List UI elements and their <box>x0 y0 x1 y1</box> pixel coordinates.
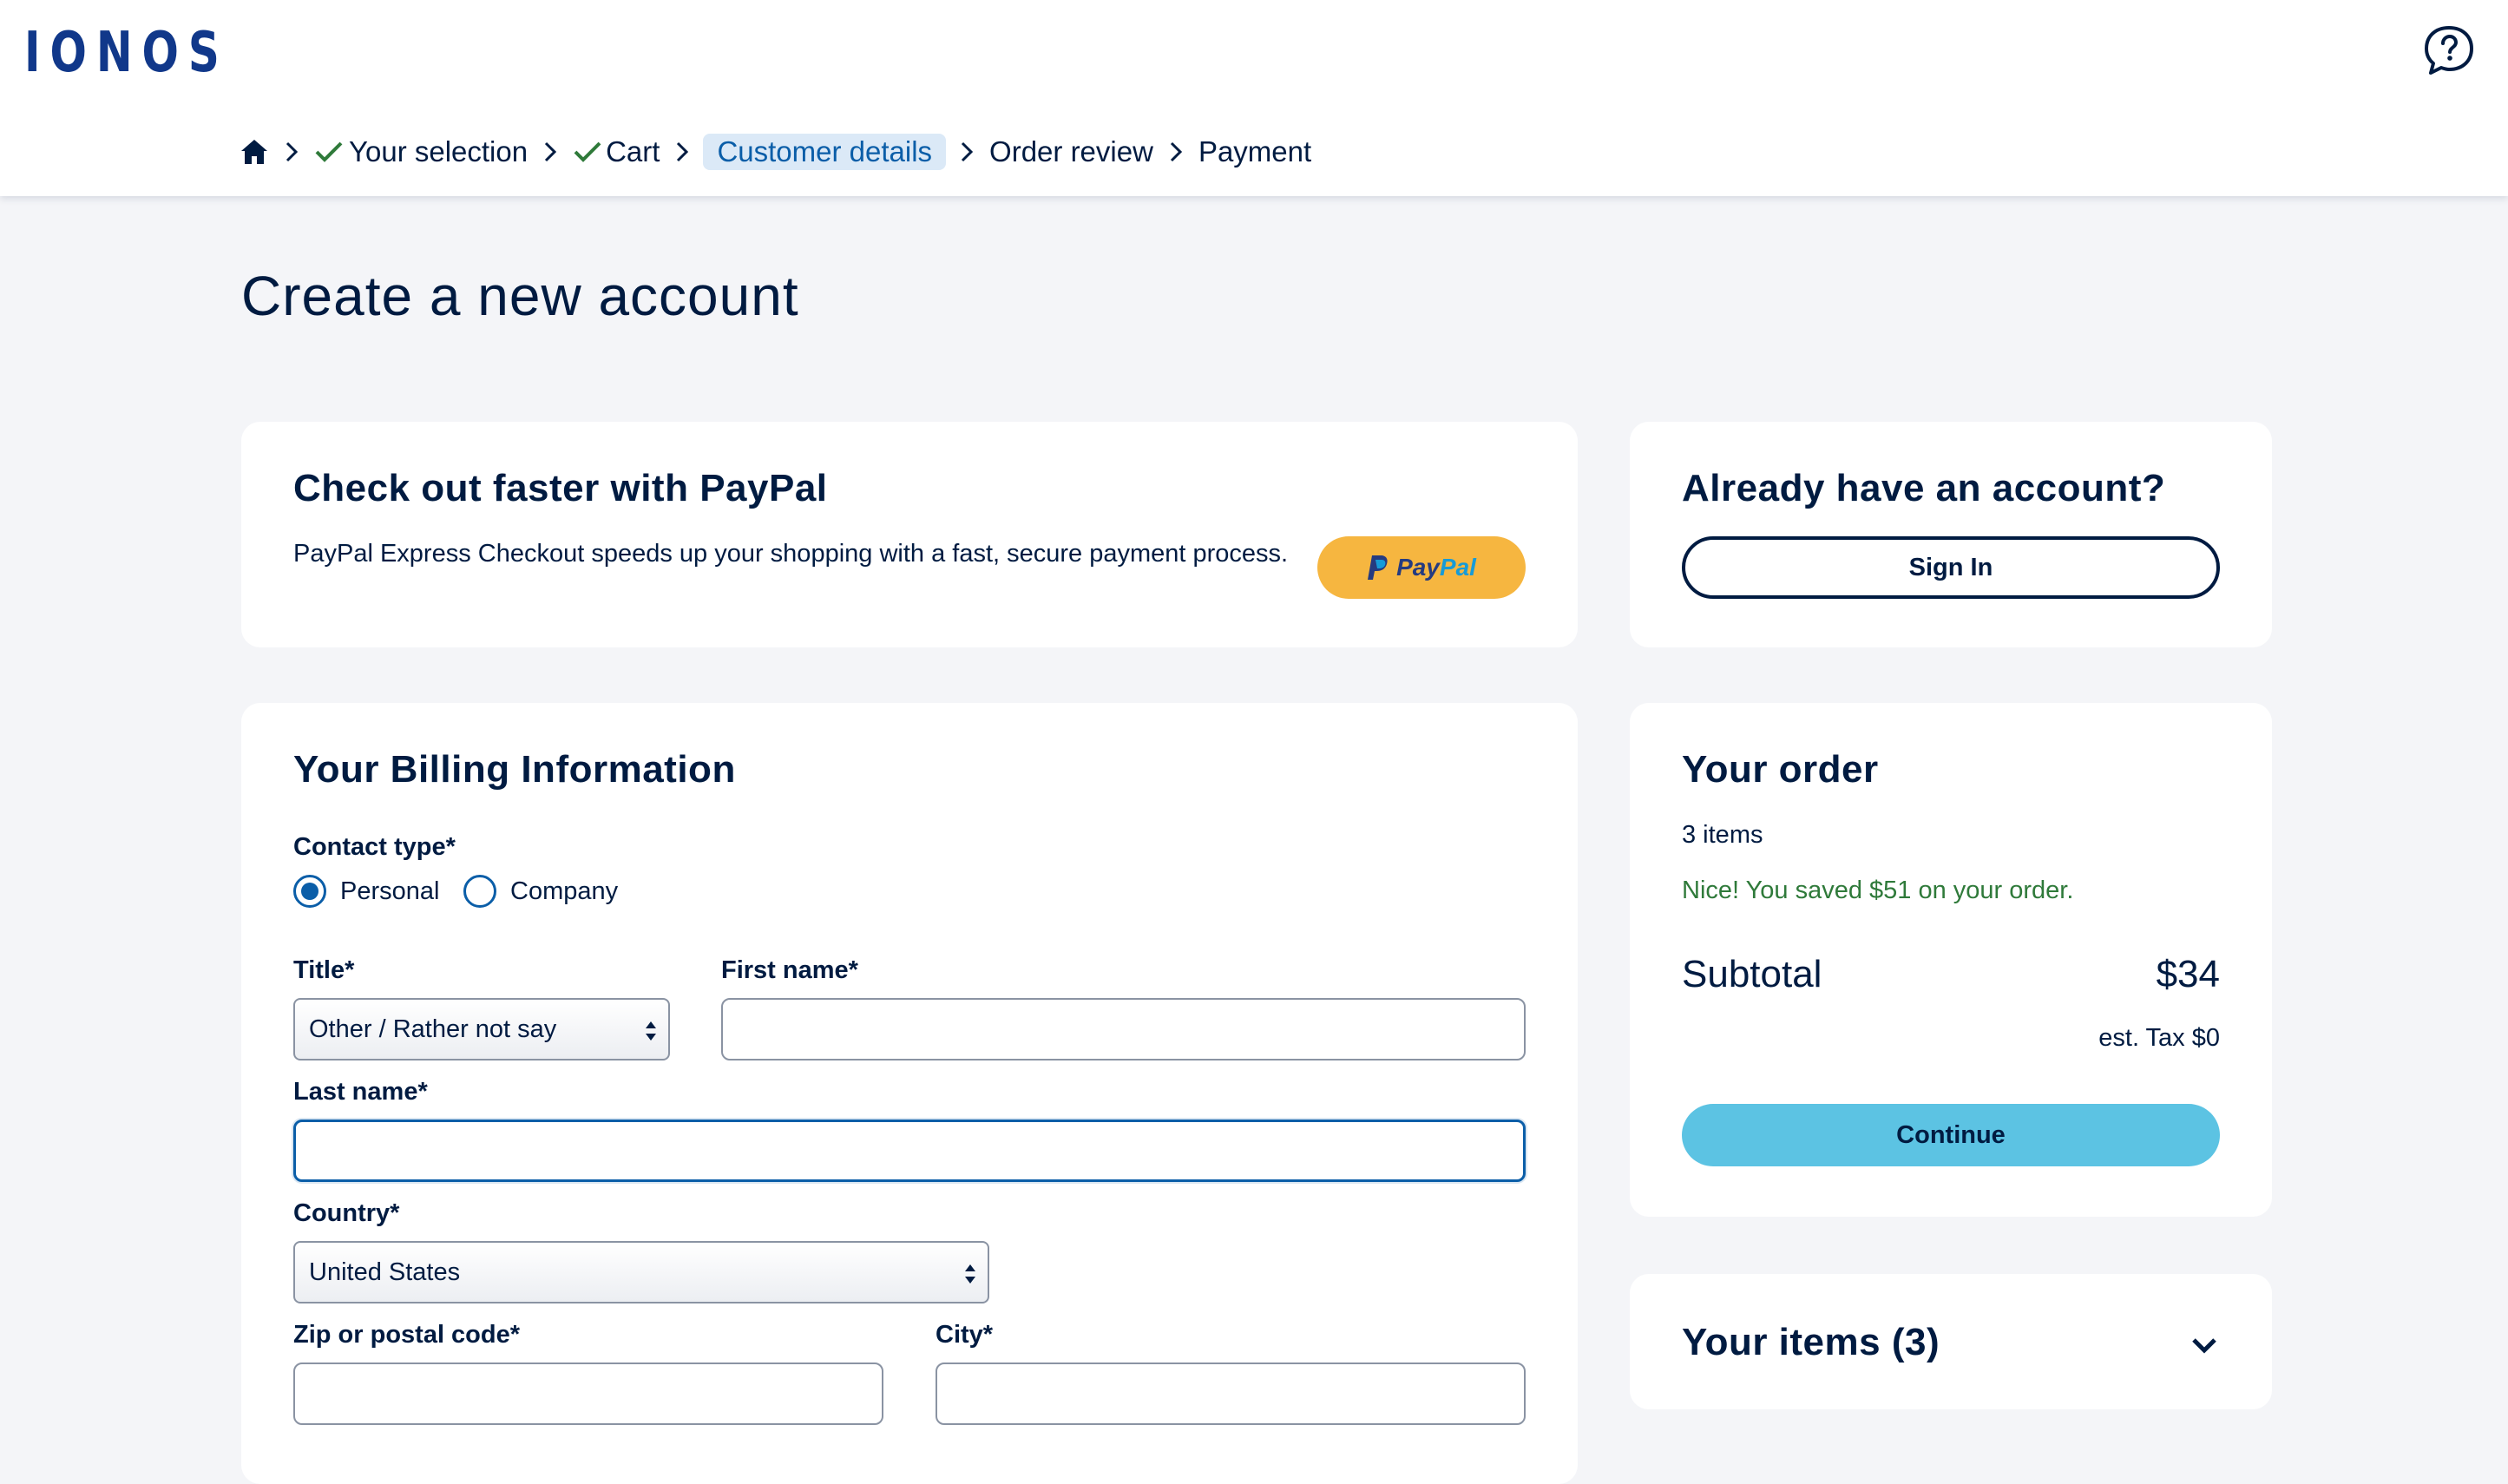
billing-card-title: Your Billing Information <box>293 748 736 791</box>
radio-label: Personal <box>340 877 440 905</box>
title-select-value: Other / Rather not say <box>309 1015 557 1043</box>
order-card: Your order 3 items Nice! You saved $51 o… <box>1630 703 2272 1217</box>
city-label: City* <box>936 1321 994 1349</box>
city-input[interactable] <box>936 1363 1526 1425</box>
contact-type-label: Contact type* <box>293 833 456 861</box>
chat-question-icon[interactable] <box>2421 23 2477 78</box>
chevron-right-icon <box>285 141 299 163</box>
subtotal-value: $34 <box>2156 953 2220 995</box>
radio-label: Company <box>510 877 619 905</box>
paypal-icon <box>1368 555 1388 580</box>
home-icon <box>241 140 267 164</box>
breadcrumb-payment: Payment <box>1198 135 1312 167</box>
chevron-right-icon <box>543 141 557 163</box>
paypal-description: PayPal Express Checkout speeds up your s… <box>293 540 1289 568</box>
continue-button[interactable]: Continue <box>1682 1104 2220 1166</box>
chevron-right-icon <box>1169 141 1183 163</box>
items-card-title: Your items (3) <box>1682 1321 1940 1363</box>
breadcrumb-order-review: Order review <box>989 135 1153 167</box>
radio-personal[interactable]: Personal <box>293 875 439 908</box>
title-select[interactable]: Other / Rather not say <box>293 998 670 1060</box>
last-name-label: Last name* <box>293 1078 428 1106</box>
savings-text: Nice! You saved $51 on your order. <box>1682 877 2074 904</box>
check-icon <box>315 141 343 162</box>
last-name-input[interactable] <box>293 1120 1526 1182</box>
paypal-card: Check out faster with PayPal PayPal Expr… <box>241 422 1578 647</box>
page-title: Create a new account <box>241 265 799 327</box>
billing-card: Your Billing Information Contact type* P… <box>241 703 1578 1484</box>
zip-input[interactable] <box>293 1363 883 1425</box>
select-arrows-icon <box>646 1021 656 1041</box>
breadcrumb-label: Cart <box>606 135 660 167</box>
items-card[interactable]: Your items (3) <box>1630 1274 2272 1409</box>
chevron-right-icon <box>675 141 689 163</box>
ionos-logo[interactable]: IONOS <box>24 21 229 85</box>
breadcrumb: Your selection Cart Customer details Ord… <box>240 130 1311 174</box>
country-select-value: United States <box>309 1257 461 1286</box>
zip-label: Zip or postal code* <box>293 1321 521 1349</box>
account-card: Already have an account? Sign In <box>1630 422 2272 647</box>
items-count: 3 items <box>1682 821 1763 849</box>
breadcrumb-home[interactable] <box>240 138 269 166</box>
top-header: IONOS Your selection Cart Customer detai… <box>0 0 2508 196</box>
select-arrows-icon <box>965 1264 975 1284</box>
breadcrumb-customer-details[interactable]: Customer details <box>703 134 947 170</box>
paypal-button[interactable]: PayPal <box>1317 536 1526 599</box>
first-name-label: First name* <box>721 956 858 984</box>
check-icon <box>574 141 601 162</box>
title-label: Title* <box>293 956 355 984</box>
sign-in-button[interactable]: Sign In <box>1682 536 2220 599</box>
breadcrumb-your-selection[interactable]: Your selection <box>314 135 528 168</box>
paypal-wordmark: PayPal <box>1396 554 1476 581</box>
chevron-down-icon[interactable] <box>2187 1328 2222 1363</box>
order-card-title: Your order <box>1682 748 1879 791</box>
breadcrumb-label: Your selection <box>349 135 529 167</box>
chevron-right-icon <box>960 141 974 163</box>
radio-company[interactable]: Company <box>463 875 618 908</box>
country-label: Country* <box>293 1199 400 1227</box>
tax-text: est. Tax $0 <box>2098 1024 2220 1052</box>
account-card-title: Already have an account? <box>1682 467 2166 509</box>
first-name-input[interactable] <box>721 998 1526 1060</box>
subtotal-label: Subtotal <box>1682 953 1822 995</box>
radio-unselected-icon[interactable] <box>463 875 496 908</box>
paypal-card-title: Check out faster with PayPal <box>293 467 828 509</box>
country-select[interactable]: United States <box>293 1241 989 1303</box>
breadcrumb-cart[interactable]: Cart <box>573 135 660 168</box>
radio-selected-icon[interactable] <box>293 875 326 908</box>
